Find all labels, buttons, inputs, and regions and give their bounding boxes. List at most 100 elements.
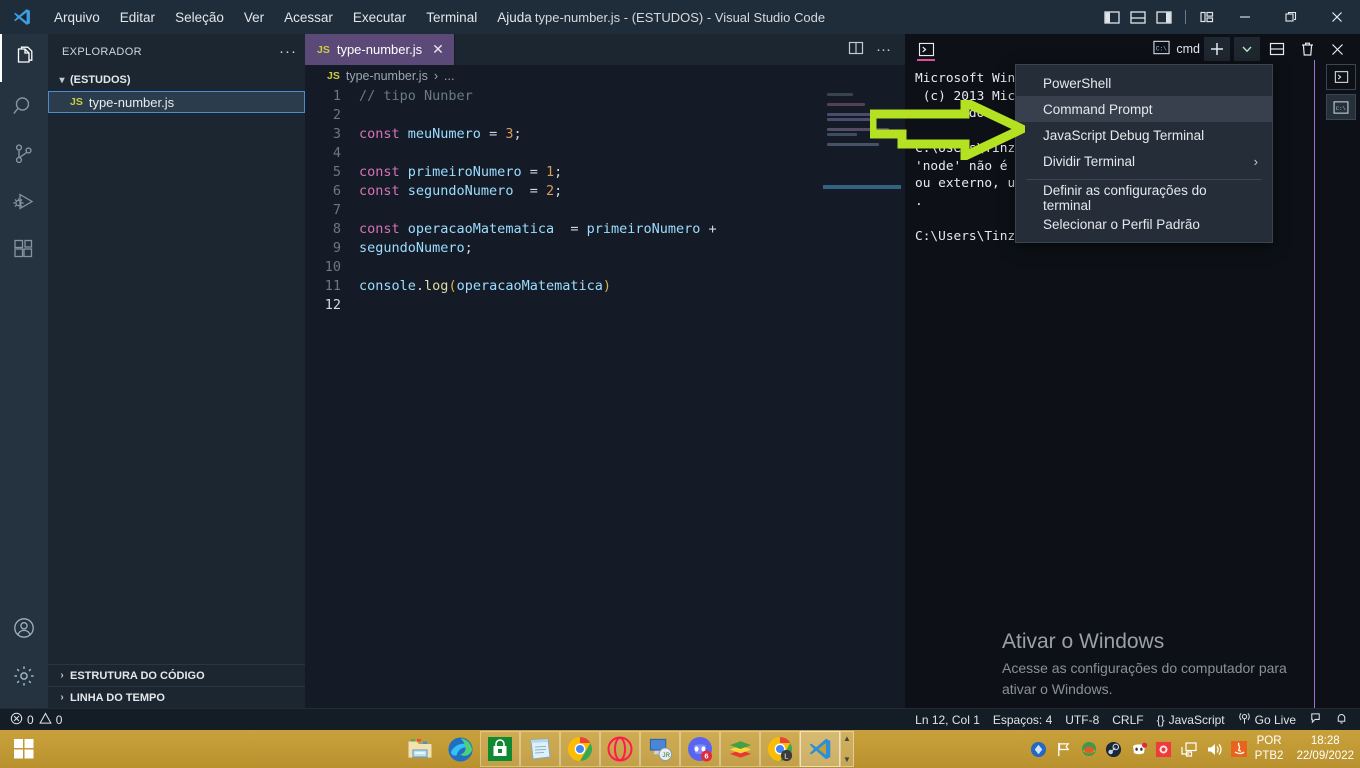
line-number: 3: [332, 126, 341, 142]
sidebar-item-extensions[interactable]: [0, 226, 48, 274]
file-item-type-number-js[interactable]: JS type-number.js: [48, 91, 305, 113]
new-terminal-button[interactable]: [1204, 37, 1230, 61]
breadcrumb[interactable]: JS type-number.js › ...: [305, 65, 905, 87]
split-editor-icon[interactable]: [848, 40, 864, 59]
tray-record-icon[interactable]: [1155, 740, 1173, 758]
menu-item-javascript-debug-terminal[interactable]: JavaScript Debug Terminal: [1016, 122, 1272, 148]
breadcrumb-tail[interactable]: ...: [444, 69, 454, 83]
code-editor[interactable]: 1// tipo Nunber 2 3 const meuNumero = 3; 4 5 c…: [305, 87, 905, 708]
menu-acessar[interactable]: Acessar: [274, 6, 343, 29]
minimap-slider[interactable]: [823, 185, 901, 189]
status-cursor-position[interactable]: Ln 12, Col 1: [915, 713, 980, 727]
terminal-line: Microsoft Wind: [915, 71, 1023, 86]
toggle-secondary-sidebar-icon[interactable]: [1155, 8, 1173, 26]
svg-text:JR: JR: [661, 752, 669, 760]
tray-app-1-icon[interactable]: [1030, 740, 1048, 758]
taskbar-opera[interactable]: [600, 731, 640, 767]
js-file-icon: JS: [70, 96, 83, 108]
status-bar: 0 0 Ln 12, Col 1 Espaços: 4 UTF-8 CRLF {…: [0, 708, 1360, 730]
code-line: 9 segundoNumero;: [305, 239, 905, 258]
section-estrutura-do-codigo[interactable]: › ESTRUTURA DO CÓDIGO: [48, 664, 305, 686]
taskbar-scroll-arrows[interactable]: ▲ ▼: [840, 731, 854, 767]
taskbar-bluestacks[interactable]: [720, 731, 760, 767]
chevron-down-icon[interactable]: ▼: [843, 755, 851, 764]
windows-start-icon[interactable]: [0, 730, 48, 768]
menu-ajuda[interactable]: Ajuda: [487, 6, 542, 29]
menu-ver[interactable]: Ver: [234, 6, 274, 29]
sidebar-item-search[interactable]: [0, 82, 48, 130]
menu-selecao[interactable]: Seleção: [165, 6, 234, 29]
taskbar-visual-studio-code[interactable]: [800, 731, 840, 767]
menu-executar[interactable]: Executar: [343, 6, 416, 29]
menu-item-command-prompt[interactable]: Command Prompt: [1016, 96, 1272, 122]
taskbar-microsoft-edge[interactable]: [440, 731, 480, 767]
taskbar-google-chrome[interactable]: [560, 731, 600, 767]
tray-flag-icon[interactable]: [1055, 740, 1073, 758]
new-terminal-dropdown-chevron-icon[interactable]: [1234, 37, 1260, 61]
status-line-endings[interactable]: CRLF: [1112, 713, 1143, 727]
tray-steam-icon[interactable]: [1105, 740, 1123, 758]
accounts-button[interactable]: [0, 604, 48, 652]
status-encoding[interactable]: UTF-8: [1065, 713, 1099, 727]
close-icon[interactable]: ✕: [432, 41, 444, 58]
taskbar-file-explorer[interactable]: [400, 731, 440, 767]
menu-arquivo[interactable]: Arquivo: [44, 6, 110, 29]
status-language-mode[interactable]: {} JavaScript: [1157, 713, 1225, 727]
menu-editar[interactable]: Editar: [110, 6, 165, 29]
status-go-live[interactable]: Go Live: [1238, 712, 1296, 728]
settings-gear-icon[interactable]: [0, 652, 48, 700]
toggle-panel-icon[interactable]: [1129, 8, 1147, 26]
toggle-primary-sidebar-icon[interactable]: [1103, 8, 1121, 26]
tray-volume-icon[interactable]: [1205, 740, 1223, 758]
split-terminal-button[interactable]: [1264, 37, 1290, 61]
terminal-profile-chip[interactable]: C:\ cmd: [1153, 40, 1200, 58]
section-linha-do-tempo[interactable]: › LINHA DO TEMPO: [48, 686, 305, 708]
language-line-2: PTB2: [1254, 750, 1284, 762]
taskbar-notepad[interactable]: [520, 731, 560, 767]
terminal-tabs-divider[interactable]: [1314, 60, 1315, 708]
minimap[interactable]: [823, 93, 901, 213]
taskbar-teamviewer[interactable]: JR: [640, 731, 680, 767]
sidebar-item-explorer[interactable]: [0, 34, 48, 82]
taskbar-chrome-profile[interactable]: L: [760, 731, 800, 767]
line-number: 9: [332, 240, 341, 256]
chevron-up-icon[interactable]: ▲: [843, 734, 851, 743]
minimize-button[interactable]: [1222, 0, 1268, 34]
menu-item-powershell[interactable]: PowerShell: [1016, 70, 1272, 96]
status-errors[interactable]: 0: [10, 712, 34, 728]
code-content[interactable]: 1// tipo Nunber 2 3 const meuNumero = 3; 4 5 c…: [305, 87, 905, 315]
menu-item-definir-configuracoes-terminal[interactable]: Definir as configurações do terminal: [1016, 183, 1272, 213]
close-panel-button[interactable]: [1324, 37, 1350, 61]
menu-item-dividir-terminal[interactable]: Dividir Terminal ›: [1016, 148, 1272, 174]
status-notifications[interactable]: [1335, 712, 1348, 728]
tray-discord-icon[interactable]: [1130, 740, 1148, 758]
taskbar-discord[interactable]: 6: [680, 731, 720, 767]
kill-terminal-button[interactable]: [1294, 37, 1320, 61]
sidebar-more-actions-icon[interactable]: ···: [279, 44, 297, 59]
tab-type-number-js[interactable]: JS type-number.js ✕: [305, 34, 455, 65]
status-indentation[interactable]: Espaços: 4: [993, 713, 1052, 727]
close-button[interactable]: [1314, 0, 1360, 34]
language-indicator[interactable]: POR PTB2: [1255, 734, 1284, 764]
terminal-tab-terminal-icon[interactable]: [1326, 64, 1356, 90]
tray-java-icon[interactable]: [1230, 740, 1248, 758]
editor-more-actions-icon[interactable]: ···: [876, 42, 891, 57]
menu-terminal[interactable]: Terminal: [416, 6, 487, 29]
taskbar-microsoft-store[interactable]: [480, 731, 520, 767]
menu-bar[interactable]: Arquivo Editar Seleção Ver Acessar Execu…: [44, 6, 542, 29]
restore-button[interactable]: [1268, 0, 1314, 34]
sidebar-item-source-control[interactable]: [0, 130, 48, 178]
status-feedback[interactable]: [1309, 712, 1322, 728]
tray-network-icon[interactable]: [1180, 740, 1198, 758]
terminal-icon[interactable]: [913, 36, 939, 62]
folder-root-estudos[interactable]: ▾ (ESTUDOS): [48, 69, 305, 91]
menu-item-selecionar-perfil-padrao[interactable]: Selecionar o Perfil Padrão: [1016, 211, 1272, 237]
breadcrumb-file[interactable]: type-number.js: [346, 69, 428, 83]
status-warnings[interactable]: 0: [38, 711, 62, 728]
sidebar-item-run-and-debug[interactable]: [0, 178, 48, 226]
customize-layout-icon[interactable]: [1198, 8, 1216, 26]
taskbar-clock[interactable]: 18:28 22/09/2022: [1296, 734, 1354, 764]
code-line: 1// tipo Nunber: [305, 87, 905, 106]
tray-winrar-icon[interactable]: [1080, 740, 1098, 758]
terminal-tab-cmd-icon[interactable]: C:\: [1326, 94, 1356, 120]
